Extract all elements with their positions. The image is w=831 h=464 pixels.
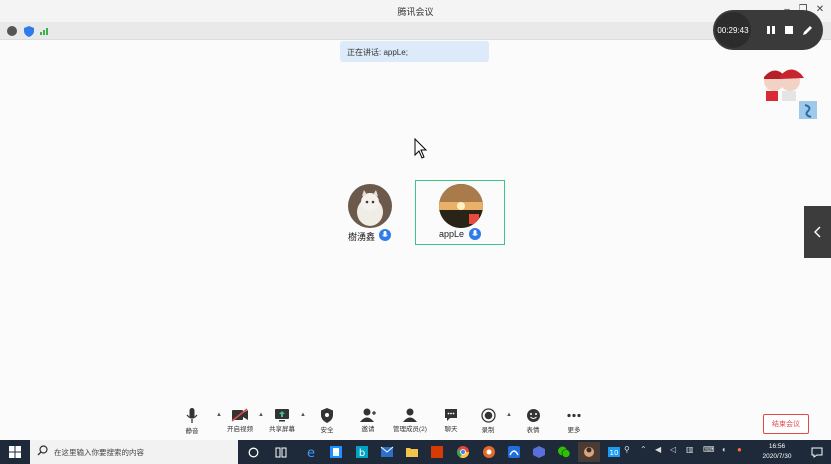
invite-label: 邀请 — [361, 426, 375, 433]
members-icon — [403, 408, 417, 422]
mail-icon[interactable] — [376, 442, 398, 462]
start-video-button[interactable]: 开启视频 — [220, 406, 260, 438]
share-screen-button[interactable]: 共享屏幕 — [262, 406, 302, 438]
bing-icon[interactable]: b — [351, 442, 373, 462]
speaking-indicator: 正在讲话: appLe; — [340, 41, 489, 62]
participant-avatar — [439, 184, 483, 228]
chevron-left-icon — [813, 226, 821, 238]
signal-icon[interactable] — [40, 27, 50, 35]
participant-name: 樹湧鑫 — [348, 232, 376, 242]
microphone-icon — [186, 408, 198, 423]
chat-label: 聊天 — [444, 426, 458, 433]
meeting-toolbar: 静音 ▲ 开启视频 ▲ 共享屏幕 ▲ 安全 邀请 管理成员(2) 聊天 录制 ▲… — [0, 406, 831, 439]
more-button[interactable]: 更多 — [554, 406, 594, 438]
record-icon — [480, 408, 496, 423]
browser-app-icon[interactable] — [528, 442, 550, 462]
pause-icon[interactable] — [763, 22, 779, 38]
clock-date: 2020/7/30 — [762, 453, 792, 460]
cortana-icon[interactable] — [242, 442, 264, 462]
image-app-icon[interactable] — [578, 442, 600, 462]
recording-timer: 00:29:43 — [715, 12, 751, 48]
mute-label: 静音 — [185, 428, 199, 435]
mute-button[interactable]: 静音 — [172, 406, 212, 438]
title-bar: 腾讯会议 – ❐ ✕ — [0, 0, 831, 22]
ime-icon[interactable]: ◐ — [722, 445, 727, 454]
emoji-button[interactable]: 表情 — [513, 406, 553, 438]
record-button[interactable]: 录制 — [468, 406, 508, 438]
participant-name: appLe — [439, 229, 465, 239]
video-off-icon — [231, 408, 248, 422]
clock-time: 16:56 — [768, 443, 786, 450]
emoji-label: 表情 — [526, 427, 540, 434]
svg-text:b: b — [359, 448, 365, 459]
invite-button[interactable]: 邀请 — [348, 406, 388, 438]
pencil-icon[interactable] — [799, 22, 815, 38]
participant-tile[interactable]: 樹湧鑫 — [330, 180, 420, 245]
info-icon[interactable] — [7, 26, 17, 36]
media-app-icon[interactable] — [478, 442, 500, 462]
record-label: 录制 — [481, 427, 495, 434]
office-icon[interactable] — [426, 442, 448, 462]
share-screen-label: 共享屏幕 — [269, 426, 295, 433]
notifications-icon[interactable] — [806, 442, 828, 462]
volume-icon[interactable]: ◀ — [655, 445, 661, 454]
shield-icon[interactable] — [24, 26, 34, 37]
more-icon — [567, 413, 581, 418]
microphone-icon — [379, 229, 391, 241]
speaker-icon[interactable]: ◁ — [670, 445, 676, 454]
system-clock[interactable]: 16:56 2020/7/30 — [755, 442, 799, 462]
search-icon — [37, 445, 48, 456]
security-button[interactable]: 安全 — [307, 406, 347, 438]
sticker-image — [764, 69, 817, 119]
microphone-icon — [469, 228, 481, 240]
network-icon[interactable]: ▥ — [686, 445, 694, 454]
start-video-label: 开启视频 — [227, 426, 253, 433]
chevron-up-icon[interactable]: ▲ — [506, 412, 512, 418]
start-button[interactable] — [0, 440, 30, 464]
participant-avatar — [348, 184, 392, 228]
windows-logo-icon — [9, 446, 21, 458]
side-panel-toggle[interactable] — [804, 206, 831, 258]
stop-icon[interactable] — [781, 22, 797, 38]
chrome-icon[interactable] — [452, 442, 474, 462]
search-placeholder: 在这里输入你要搜索的内容 — [54, 448, 144, 457]
chevron-up-icon[interactable]: ⌃ — [640, 445, 647, 454]
participant-tile-active[interactable]: appLe — [415, 180, 505, 245]
task-view-icon[interactable] — [270, 442, 292, 462]
recording-panel: 00:29:43 — [713, 10, 823, 50]
wechat-icon[interactable] — [553, 442, 575, 462]
mouse-cursor-icon — [414, 138, 428, 159]
app-tray-icon[interactable]: ● — [737, 445, 742, 454]
chevron-up-icon[interactable]: ▲ — [300, 412, 306, 418]
svg-text:10: 10 — [610, 449, 619, 457]
taskbar-search-input[interactable]: 在这里输入你要搜索的内容 — [30, 440, 238, 464]
file-app-icon[interactable] — [325, 442, 347, 462]
meeting-app-icon[interactable] — [503, 442, 525, 462]
os-taskbar: 在这里输入你要搜索的内容 e b 10 ⚲ ⌃ ◀ ◁ ▥ ⌨ ◐ ● 16:5… — [0, 440, 831, 464]
window-title: 腾讯会议 — [397, 7, 434, 17]
manage-members-label: 管理成员(2) — [393, 426, 427, 433]
share-screen-icon — [275, 409, 289, 422]
more-label: 更多 — [567, 427, 581, 434]
screen-record-icon[interactable]: 10 — [603, 442, 625, 462]
chat-button[interactable]: 聊天 — [431, 406, 471, 438]
meeting-status-bar — [0, 22, 831, 40]
file-explorer-icon[interactable] — [401, 442, 423, 462]
edge-browser-icon[interactable]: e — [300, 442, 322, 462]
add-user-icon — [360, 408, 376, 422]
svg-text:e: e — [307, 446, 315, 459]
manage-members-button[interactable]: 管理成员(2) — [390, 406, 430, 438]
end-meeting-button[interactable]: 结束会议 — [763, 414, 809, 434]
security-label: 安全 — [320, 427, 334, 434]
emoji-icon — [526, 409, 540, 422]
shield-icon — [321, 408, 333, 423]
chat-icon — [445, 409, 457, 421]
people-icon[interactable]: ⚲ — [624, 445, 630, 454]
keyboard-icon[interactable]: ⌨ — [703, 445, 715, 454]
